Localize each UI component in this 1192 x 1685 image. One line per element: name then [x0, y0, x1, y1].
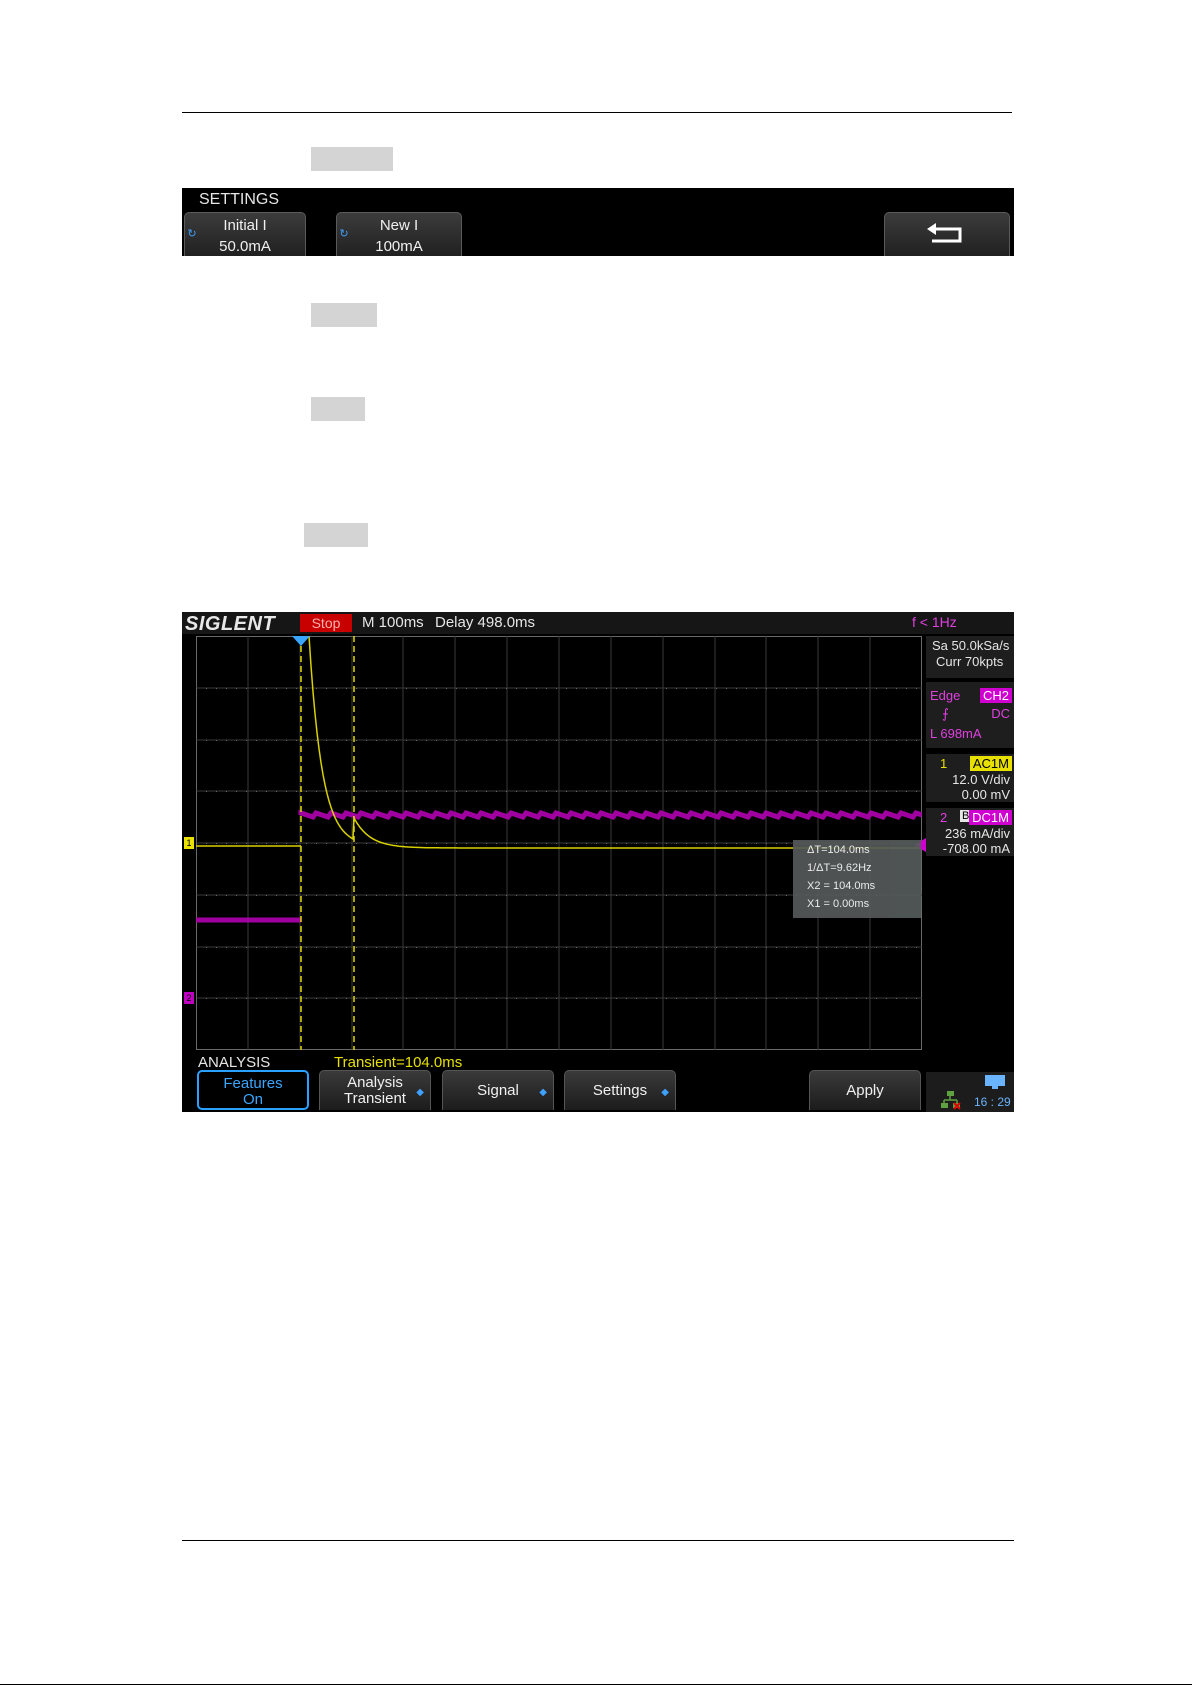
signal-button[interactable]: Signal ◆ [442, 1070, 554, 1110]
analysis-title: ANALYSIS [198, 1054, 271, 1071]
channel-2-offset: -708.00 mA [942, 841, 1010, 856]
highlight-block [311, 147, 393, 171]
highlight-block [311, 303, 377, 327]
button-label: Features [223, 1075, 283, 1092]
button-value: 100mA [375, 238, 423, 255]
timebase-readout: M 100ms [362, 614, 424, 631]
button-value: Transient [344, 1090, 406, 1107]
network-icon [941, 1091, 961, 1110]
analysis-type-button[interactable]: Analysis Transient ◆ [319, 1070, 431, 1110]
button-label: Analysis [347, 1074, 403, 1091]
features-toggle-button[interactable]: Features On [197, 1070, 309, 1110]
run-stop-status[interactable]: Stop [300, 614, 352, 632]
back-button[interactable] [884, 212, 1010, 256]
highlight-block [311, 397, 365, 421]
settings-menu-strip: SETTINGS ↻ Initial I 50.0mA ↻ New I 100m… [182, 188, 1014, 256]
rising-edge-icon: ⨍ [942, 706, 949, 721]
oscilloscope-screen: SIGLENT Stop M 100ms Delay 498.0ms f < 1… [182, 612, 1014, 1112]
button-label: Initial I [223, 217, 267, 234]
knob-icon: ↻ [339, 228, 349, 240]
frequency-readout: f < 1Hz [912, 614, 957, 630]
top-status-bar: SIGLENT Stop M 100ms Delay 498.0ms f < 1… [182, 612, 1014, 635]
submenu-arrow-icon: ◆ [416, 1087, 424, 1098]
clock: 16 : 29 [974, 1095, 1011, 1109]
inverse-delta-t-readout: 1/ΔT=9.62Hz [807, 862, 872, 874]
trigger-coupling: DC [991, 706, 1010, 721]
trigger-type: Edge [930, 688, 961, 703]
channel-1-number: 1 [940, 756, 948, 771]
channel-1-marker[interactable]: 1 [184, 837, 194, 849]
channel-1-scale: 12.0 V/div [952, 772, 1010, 787]
button-label: Settings [592, 1082, 648, 1099]
new-current-button[interactable]: ↻ New I 100mA [336, 212, 462, 256]
delay-readout: Delay 498.0ms [435, 614, 536, 631]
return-arrow-icon [927, 223, 962, 243]
transient-value: Transient=104.0ms [334, 1054, 463, 1071]
channel-2-coupling: DC1M [969, 810, 1012, 825]
button-value: On [242, 1091, 263, 1108]
submenu-arrow-icon: ◆ [539, 1087, 547, 1098]
system-status-area: 16 : 29 [926, 1072, 1014, 1112]
settings-button[interactable]: Settings ◆ [564, 1070, 676, 1110]
cursor-readout-box: ΔT=104.0ms 1/ΔT=9.62Hz X2 = 104.0ms X1 =… [793, 840, 921, 918]
display-icon [985, 1075, 1005, 1089]
knob-icon: ↻ [187, 228, 197, 240]
x2-readout: X2 = 104.0ms [807, 880, 876, 892]
delta-t-readout: ΔT=104.0ms [807, 844, 870, 856]
highlight-block [304, 523, 368, 547]
initial-current-button[interactable]: ↻ Initial I 50.0mA [184, 212, 306, 256]
channel-2-marker[interactable]: 2 [184, 992, 194, 1004]
memory-depth: Curr 70kpts [936, 654, 1004, 669]
submenu-arrow-icon: ◆ [661, 1087, 669, 1098]
channel-2-panel[interactable]: 2 B DC1M 236 mA/div -708.00 mA [926, 808, 1014, 856]
sample-rate: Sa 50.0kSa/s [932, 638, 1010, 653]
brand-logo: SIGLENT [185, 613, 276, 635]
channel-1-coupling: AC1M [969, 756, 1012, 771]
trigger-position-marker [292, 636, 310, 646]
apply-button[interactable]: Apply [809, 1070, 921, 1110]
channel-1-panel[interactable]: 1 AC1M 12.0 V/div 0.00 mV [926, 754, 1014, 802]
x1-readout: X1 = 0.00ms [807, 898, 870, 910]
footer-rule [182, 1540, 1014, 1541]
channel-1-offset: 0.00 mV [961, 787, 1010, 802]
channel-2-scale: 236 mA/div [944, 826, 1010, 841]
trigger-source: CH2 [979, 688, 1012, 703]
header-rule [182, 112, 1012, 113]
trigger-level: L 698mA [930, 726, 982, 741]
button-value: 50.0mA [219, 238, 271, 255]
button-label: Apply [846, 1082, 884, 1099]
acquisition-panel: Sa 50.0kSa/s Curr 70kpts [926, 636, 1014, 678]
button-label: Signal [477, 1082, 519, 1099]
trigger-panel[interactable]: Edge CH2 ⨍ DC L 698mA [926, 682, 1014, 748]
button-label: New I [379, 217, 419, 234]
settings-title: SETTINGS [199, 191, 280, 208]
channel-2-number: 2 [940, 810, 948, 825]
